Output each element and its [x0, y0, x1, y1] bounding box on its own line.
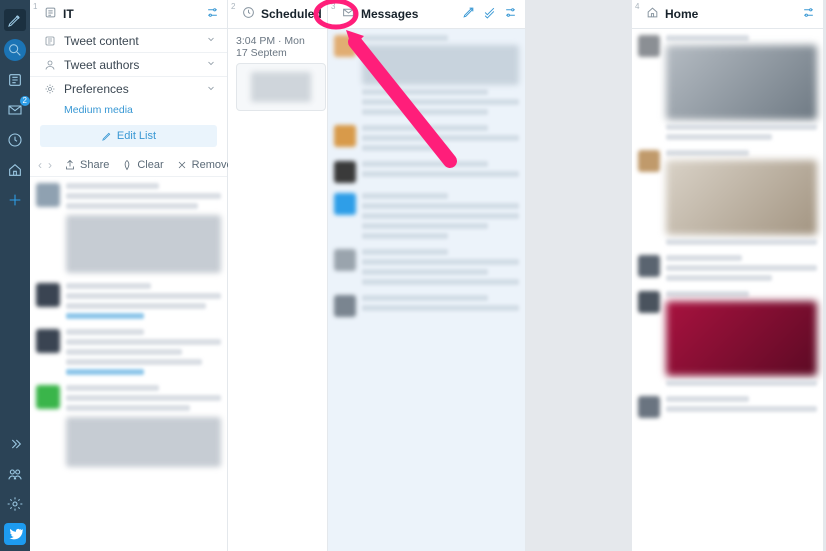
compose-button[interactable]: [4, 9, 26, 31]
list-item[interactable]: [334, 249, 519, 285]
chevron-down-icon: [205, 33, 217, 48]
filter-label: Tweet content: [64, 34, 139, 48]
home-icon: [646, 6, 659, 22]
column-number: 3: [331, 2, 335, 11]
list-item[interactable]: [334, 193, 519, 239]
clear-button[interactable]: Clear: [121, 159, 163, 171]
compose-message-icon[interactable]: [462, 6, 475, 22]
home-stream[interactable]: [632, 29, 823, 551]
list-item[interactable]: [36, 385, 221, 467]
list-item[interactable]: [638, 150, 817, 245]
column-number: 2: [231, 2, 235, 11]
chevron-left-icon[interactable]: ‹: [38, 158, 42, 172]
share-label: Share: [80, 159, 109, 171]
messages-badge: 2: [20, 96, 30, 106]
scheduled-time-label: 3:04 PM · Mon 17 Septem: [228, 29, 327, 63]
list-item[interactable]: [638, 255, 817, 281]
column-messages: 3 Messages: [328, 0, 526, 551]
scheduled-tweet-card[interactable]: [236, 63, 326, 111]
content-icon: [44, 35, 56, 47]
home-button[interactable]: [4, 159, 26, 181]
accounts-button[interactable]: [4, 463, 26, 485]
messages-stream[interactable]: [328, 29, 525, 551]
remove-button[interactable]: Remove: [176, 159, 233, 171]
chevron-right-icon[interactable]: ›: [48, 158, 52, 172]
column-scheduled: 2 Scheduled All ac 3:04 PM · Mon 17 Sept…: [228, 0, 328, 551]
list-item[interactable]: [638, 291, 817, 386]
column-header-it: IT: [30, 0, 227, 29]
filter-preferences[interactable]: Preferences: [30, 77, 227, 101]
list-item[interactable]: [334, 161, 519, 183]
column-number: 1: [33, 2, 37, 11]
column-settings-icon[interactable]: [206, 6, 219, 22]
column-settings-icon[interactable]: [802, 6, 815, 22]
clock-icon: [242, 6, 255, 22]
messages-button[interactable]: 2: [4, 99, 26, 121]
list-item[interactable]: [36, 183, 221, 273]
clear-label: Clear: [137, 159, 163, 171]
filter-label: Tweet authors: [64, 58, 139, 72]
left-nav: 2: [0, 0, 30, 551]
list-item[interactable]: [36, 329, 221, 375]
column-stream[interactable]: [30, 177, 227, 551]
column-title: Home: [665, 7, 698, 21]
column-home: 4 Home: [632, 0, 824, 551]
search-button[interactable]: [4, 39, 26, 61]
messages-icon: [342, 6, 355, 22]
column-title: Scheduled: [261, 7, 322, 21]
column-empty-area: [228, 119, 327, 551]
remove-label: Remove: [192, 159, 233, 171]
clear-icon: [121, 159, 133, 171]
list-item[interactable]: [334, 295, 519, 317]
edit-list-button[interactable]: Edit List: [40, 125, 217, 147]
column-number: 4: [635, 2, 639, 11]
expand-sidebar-button[interactable]: [4, 433, 26, 455]
list-item[interactable]: [334, 35, 519, 115]
deck-gap: [526, 0, 632, 551]
chevron-down-icon: [205, 57, 217, 72]
pencil-icon: [101, 131, 112, 142]
list-icon: [44, 6, 57, 22]
authors-icon: [44, 59, 56, 71]
chevron-down-icon: [205, 82, 217, 97]
column-deck: 1 IT Tweet content Tweet authors Prefere…: [30, 0, 826, 551]
column-header-home: Home: [632, 0, 823, 29]
settings-button[interactable]: [4, 493, 26, 515]
column-settings-icon[interactable]: [504, 6, 517, 22]
scheduled-media-thumb: [251, 72, 311, 102]
twitter-logo[interactable]: [4, 523, 26, 545]
filter-tweet-authors[interactable]: Tweet authors: [30, 53, 227, 77]
mark-read-icon[interactable]: [483, 6, 496, 22]
share-icon: [64, 159, 76, 171]
column-title: Messages: [361, 7, 418, 21]
edit-list-label: Edit List: [117, 130, 156, 142]
list-item[interactable]: [334, 125, 519, 151]
list-item[interactable]: [638, 35, 817, 140]
column-title: IT: [63, 7, 74, 21]
preferences-value[interactable]: Medium media: [30, 101, 227, 119]
lists-button[interactable]: [4, 69, 26, 91]
preferences-icon: [44, 83, 56, 95]
column-tools: ‹ › Share Clear Remove: [30, 153, 227, 177]
close-icon: [176, 159, 188, 171]
column-it: 1 IT Tweet content Tweet authors Prefere…: [30, 0, 228, 551]
filter-tweet-content[interactable]: Tweet content: [30, 29, 227, 53]
column-nav-arrows[interactable]: ‹ ›: [38, 158, 52, 172]
column-header-messages: Messages: [328, 0, 525, 29]
scheduled-button[interactable]: [4, 129, 26, 151]
add-column-button[interactable]: [4, 189, 26, 211]
column-header-scheduled: Scheduled All ac: [228, 0, 327, 29]
list-item[interactable]: [36, 283, 221, 319]
list-item[interactable]: [638, 396, 817, 418]
share-button[interactable]: Share: [64, 159, 109, 171]
filter-label: Preferences: [64, 82, 129, 96]
